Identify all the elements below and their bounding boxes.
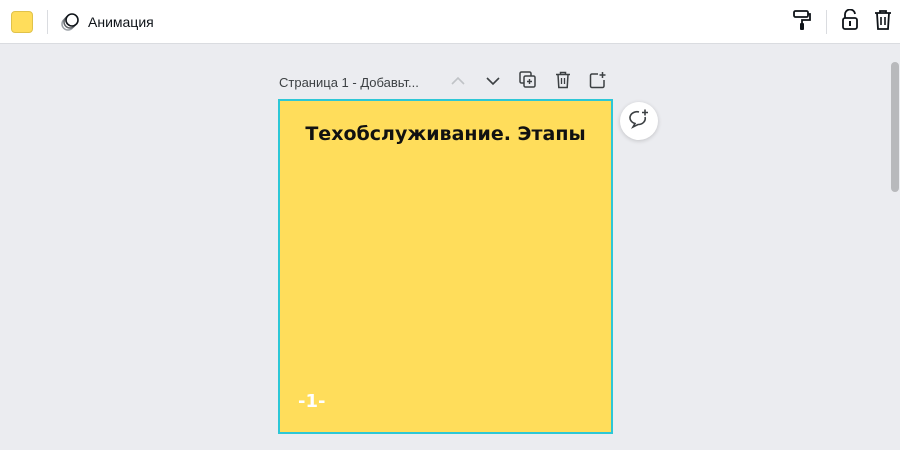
delete-element-button[interactable] [871, 9, 895, 36]
chevron-down-icon [485, 73, 501, 91]
move-page-up-button[interactable] [448, 72, 468, 92]
design-page[interactable]: Техобслуживание. Этапы -1- [278, 99, 613, 434]
page-heading-text[interactable]: Техобслуживание. Этапы [280, 123, 611, 145]
scrollbar-thumb[interactable] [891, 62, 899, 192]
add-page-button[interactable] [588, 71, 608, 94]
page-number-text[interactable]: -1- [298, 391, 325, 412]
add-page-icon [589, 71, 607, 94]
lock-open-icon [841, 8, 859, 36]
editor-toolbar: Анимация [0, 0, 900, 44]
trash-icon [874, 9, 892, 36]
copy-style-button[interactable] [790, 9, 814, 36]
toolbar-divider [47, 10, 48, 34]
animation-label: Анимация [88, 14, 154, 30]
duplicate-page-button[interactable] [518, 70, 538, 94]
page-header: Страница 1 - Добавьт... [279, 70, 419, 94]
duplicate-page-icon [519, 70, 537, 94]
add-comment-button[interactable] [620, 102, 658, 140]
animation-button[interactable]: Анимация [60, 8, 154, 36]
paint-roller-icon [792, 9, 812, 36]
trash-icon [555, 71, 571, 94]
move-page-down-button[interactable] [483, 72, 503, 92]
chevron-up-icon [450, 73, 466, 91]
lock-button[interactable] [838, 8, 862, 36]
toolbar-divider [826, 10, 827, 34]
delete-page-button[interactable] [553, 71, 573, 94]
animation-icon [60, 12, 80, 32]
background-color-swatch[interactable] [11, 11, 33, 33]
page-title[interactable]: Страница 1 - Добавьт... [279, 75, 419, 90]
add-comment-icon [628, 108, 650, 135]
